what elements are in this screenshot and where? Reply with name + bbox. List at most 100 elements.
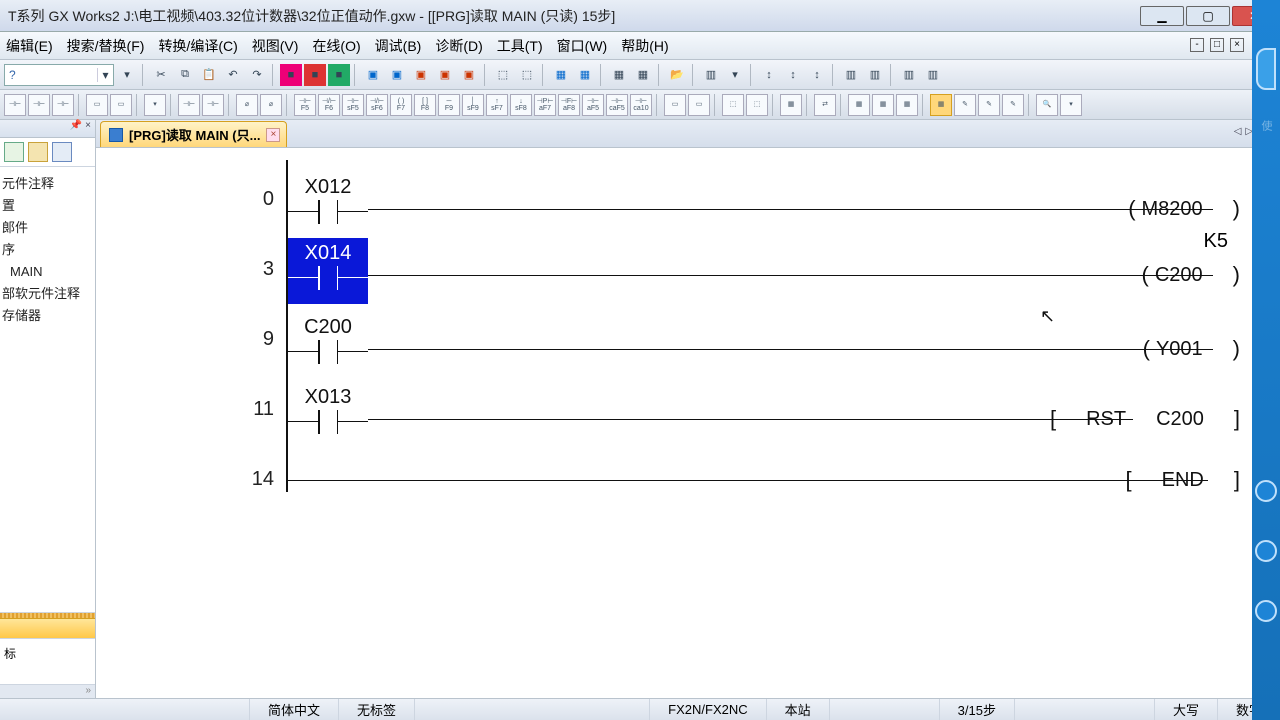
toolbar-icon[interactable]: ▣ (386, 64, 408, 86)
overlay-button[interactable] (1255, 540, 1277, 562)
nav-icon[interactable] (52, 142, 72, 162)
menu-tools[interactable]: 工具(T) (497, 36, 543, 56)
ladder-btn[interactable]: ⊣⊢ (178, 94, 200, 116)
tab-nav-left-icon[interactable]: ◁ (1234, 126, 1242, 137)
ladder-btn[interactable]: ⊣⊢ (28, 94, 50, 116)
toolbar-icon[interactable]: ▦ (574, 64, 596, 86)
project-tree[interactable]: 元件注释 置 郞件 序 MAIN 部软元件注释 存储器 (0, 167, 95, 329)
ladder-btn[interactable]: ⌀ (236, 94, 258, 116)
ladder-btn[interactable]: ▦ (848, 94, 870, 116)
side-tab-active[interactable] (0, 618, 95, 638)
ladder-f-btn[interactable]: ⊣⊢caF5 (606, 94, 628, 116)
ladder-f-btn[interactable]: ⊣P⊢aF7 (534, 94, 556, 116)
toolbar-icon[interactable]: ▥ (898, 64, 920, 86)
ladder-btn[interactable]: ✎ (954, 94, 976, 116)
ladder-btn[interactable]: ▦ (872, 94, 894, 116)
toolbar-icon[interactable]: ↕ (806, 64, 828, 86)
ladder-btn[interactable]: ⬚ (746, 94, 768, 116)
coil-m8200[interactable]: (M8200) (1128, 196, 1240, 222)
menu-search[interactable]: 搜索/替换(F) (67, 36, 145, 56)
redo-icon[interactable]: ↷ (246, 64, 268, 86)
ladder-f-btn[interactable]: ⊣⊢ca10 (630, 94, 652, 116)
ladder-btn[interactable]: ✎ (978, 94, 1000, 116)
ladder-btn[interactable]: ⌀ (260, 94, 282, 116)
editor-tab[interactable]: [PRG]读取 MAIN (只... × (100, 121, 287, 147)
tree-item-main[interactable]: MAIN (2, 261, 93, 283)
ladder-btn[interactable]: ⬚ (722, 94, 744, 116)
toolbar-icon[interactable]: ▣ (458, 64, 480, 86)
cut-icon[interactable]: ✂ (150, 64, 172, 86)
menu-edit[interactable]: 编辑(E) (6, 36, 53, 56)
toolbar-icon[interactable]: ▥ (864, 64, 886, 86)
ladder-btn[interactable]: ⊣⊢ (4, 94, 26, 116)
toolbar-icon[interactable]: ▦ (632, 64, 654, 86)
overlay-button[interactable] (1255, 480, 1277, 502)
ladder-btn[interactable]: ▾ (1060, 94, 1082, 116)
mdi-restore-button[interactable]: □ (1210, 38, 1224, 52)
ladder-f-btn[interactable]: ⊣⊢sF5 (342, 94, 364, 116)
overlay-handle-icon[interactable] (1256, 48, 1276, 90)
toolbar-icon[interactable]: ▾ (116, 64, 138, 86)
tree-item[interactable]: 郞件 (2, 217, 93, 239)
ladder-btn[interactable]: ▭ (688, 94, 710, 116)
ladder-btn[interactable]: ▦ (930, 94, 952, 116)
toolbar-icon[interactable]: ▾ (724, 64, 746, 86)
ladder-btn[interactable]: ▭ (110, 94, 132, 116)
ladder-btn[interactable]: ▾ (144, 94, 166, 116)
tree-item[interactable]: 元件注释 (2, 173, 93, 195)
ladder-f-btn[interactable]: ⊣/⊢F6 (318, 94, 340, 116)
menu-debug[interactable]: 调试(B) (375, 36, 422, 56)
mdi-close-button[interactable]: × (1230, 38, 1244, 52)
ladder-f-btn[interactable]: ↓sF8 (510, 94, 532, 116)
ladder-f-btn[interactable]: ↑sF7 (486, 94, 508, 116)
maximize-button[interactable]: ▢ (1186, 6, 1230, 26)
zoom-icon[interactable]: 🔍 (1036, 94, 1058, 116)
nav-icon[interactable] (4, 142, 24, 162)
toolbar-icon[interactable]: ▥ (840, 64, 862, 86)
ladder-f-btn[interactable]: ⊣/⊢sF6 (366, 94, 388, 116)
toolbar-icon[interactable]: ▥ (700, 64, 722, 86)
tab-close-icon[interactable]: × (266, 128, 280, 142)
contact-x012[interactable]: X012 (288, 176, 368, 224)
toolbar-icon[interactable]: ■ (280, 64, 302, 86)
toolbar-icon[interactable]: ■ (328, 64, 350, 86)
ladder-f-btn[interactable]: [ ]F8 (414, 94, 436, 116)
overlay-button[interactable] (1255, 600, 1277, 622)
pin-icon[interactable]: 📌 (70, 120, 82, 131)
coil-c200[interactable]: (C200) (1142, 262, 1240, 288)
undo-icon[interactable]: ↶ (222, 64, 244, 86)
ladder-btn[interactable]: ▭ (664, 94, 686, 116)
ladder-editor[interactable]: 0 X012 (M8200) 3 X014 (96, 148, 1262, 698)
toolbar-icon[interactable]: ⬚ (492, 64, 514, 86)
toolbar-icon[interactable]: ■ (304, 64, 326, 86)
ladder-btn[interactable]: ⊣⊢ (202, 94, 224, 116)
toolbar-icon[interactable]: ▦ (550, 64, 572, 86)
paste-icon[interactable]: 📋 (198, 64, 220, 86)
menu-online[interactable]: 在线(O) (312, 36, 360, 56)
ladder-f-btn[interactable]: ⊣⊢aF5 (582, 94, 604, 116)
pane-close-icon[interactable]: × (85, 120, 91, 131)
tree-item[interactable]: 存储器 (2, 305, 93, 327)
ladder-f-btn[interactable]: ⊣⊢F5 (294, 94, 316, 116)
tree-item[interactable]: 部软元件注释 (2, 283, 93, 305)
coil-y001[interactable]: (Y001) (1143, 336, 1240, 362)
toolbar-icon[interactable]: ▣ (410, 64, 432, 86)
toolbar-icon[interactable]: ▥ (922, 64, 944, 86)
contact-c200[interactable]: C200 (288, 316, 368, 364)
device-combo[interactable]: ?▾ (4, 64, 114, 86)
instruction-rst[interactable]: [RST C200] (1050, 406, 1240, 432)
ladder-btn[interactable]: ⇄ (814, 94, 836, 116)
toolbar-icon[interactable]: ↕ (782, 64, 804, 86)
toolbar-icon[interactable]: ▣ (362, 64, 384, 86)
nav-icon[interactable] (28, 142, 48, 162)
toolbar-icon[interactable]: ↕ (758, 64, 780, 86)
ladder-f-btn[interactable]: ─F9 (438, 94, 460, 116)
ladder-f-btn[interactable]: ⊣F⊢aF8 (558, 94, 580, 116)
tree-item[interactable]: 置 (2, 195, 93, 217)
contact-x014-selected[interactable]: X014 (288, 238, 368, 304)
toolbar-icon[interactable]: ⬚ (516, 64, 538, 86)
menu-help[interactable]: 帮助(H) (621, 36, 668, 56)
menu-diagnose[interactable]: 诊断(D) (435, 36, 482, 56)
ladder-btn[interactable]: ▦ (896, 94, 918, 116)
ladder-btn[interactable]: ⊣⊢ (52, 94, 74, 116)
